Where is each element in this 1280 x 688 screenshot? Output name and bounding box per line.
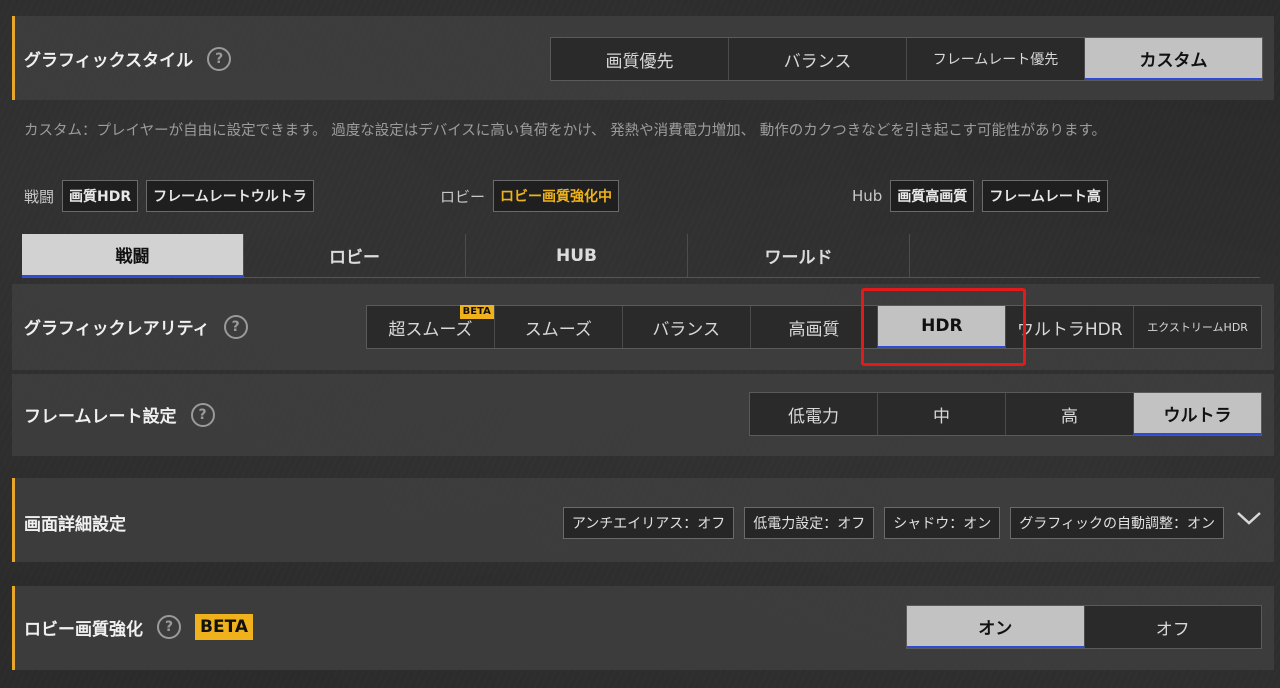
graphic-style-option-custom[interactable]: カスタム	[1085, 38, 1262, 80]
detail-chip: アンチエイリアス：オフ	[562, 507, 735, 539]
graphic-rarity-title: グラフィックレアリティ	[24, 319, 210, 339]
beta-tag: BETA	[459, 305, 494, 319]
custom-description: カスタム：プレイヤーが自由に設定できます。 過度な設定はデバイスに高い負荷をかけ…	[24, 123, 1107, 139]
lobby-enhance-option-on[interactable]: オン	[907, 606, 1085, 648]
summary-lobby-tag: ロビー画質強化中	[493, 180, 620, 212]
summary-hub-tag: フレームレート高	[982, 180, 1108, 212]
summary-hub-label: Hub	[852, 187, 883, 205]
graphic-style-panel: グラフィックスタイル ? 画質優先 バランス フレームレート優先 カスタム	[12, 16, 1274, 100]
frame-rate-panel: フレームレート設定 ? 低電力 中 高 ウルトラ	[12, 374, 1274, 456]
detail-chip: グラフィックの自動調整：オン	[1010, 507, 1224, 539]
summary-battle: 戦闘 画質HDR フレームレートウルトラ	[24, 180, 314, 212]
help-icon[interactable]: ?	[223, 314, 248, 339]
rarity-option-balance[interactable]: バランス	[623, 306, 751, 348]
detail-settings-title: 画面詳細設定	[24, 515, 126, 535]
lobby-enhance-title: ロビー画質強化	[24, 619, 143, 640]
frame-rate-option-high[interactable]: 高	[1006, 393, 1134, 435]
tab-world[interactable]: ワールド	[688, 234, 910, 277]
summary-battle-tag: フレームレートウルトラ	[146, 180, 314, 212]
summary-battle-label: 戦闘	[24, 187, 55, 206]
graphic-rarity-panel: グラフィックレアリティ ? 超スムーズ BETA スムーズ バランス 高画質 H…	[12, 284, 1274, 370]
frame-rate-option-ultra[interactable]: ウルトラ	[1134, 393, 1261, 435]
graphic-style-selector: 画質優先 バランス フレームレート優先 カスタム	[550, 37, 1263, 81]
frame-rate-title: フレームレート設定	[24, 407, 177, 427]
frame-rate-row: フレームレート設定 ?	[24, 402, 215, 427]
graphic-style-option-quality[interactable]: 画質優先	[551, 38, 729, 80]
detail-settings-panel[interactable]: 画面詳細設定 アンチエイリアス：オフ 低電力設定：オフ シャドウ：オン グラフィ…	[12, 478, 1274, 562]
frame-rate-selector: 低電力 中 高 ウルトラ	[749, 392, 1262, 436]
tab-lobby[interactable]: ロビー	[244, 234, 466, 277]
rarity-option-extreme-hdr[interactable]: エクストリームHDR	[1134, 306, 1261, 348]
mode-tabs: 戦闘 ロビー HUB ワールド	[22, 234, 1260, 278]
detail-chip: シャドウ：オン	[884, 507, 1001, 539]
graphic-style-option-balance[interactable]: バランス	[729, 38, 907, 80]
summary-battle-tag: 画質HDR	[62, 180, 139, 212]
summary-lobby: ロビー ロビー画質強化中	[440, 180, 620, 212]
rarity-option-super-smooth[interactable]: 超スムーズ BETA	[367, 305, 495, 348]
detail-chip: 低電力設定：オフ	[744, 507, 875, 539]
help-icon[interactable]: ?	[190, 402, 215, 427]
graphic-rarity-selector: 超スムーズ BETA スムーズ バランス 高画質 HDR ウルトラHDR エクス…	[366, 305, 1262, 349]
rarity-option-smooth[interactable]: スムーズ	[495, 306, 623, 348]
help-icon[interactable]: ?	[207, 46, 232, 71]
chevron-down-icon[interactable]	[1236, 508, 1262, 528]
summary-lobby-label: ロビー	[440, 187, 486, 206]
rarity-option-high-quality[interactable]: 高画質	[751, 306, 879, 348]
lobby-enhance-option-off[interactable]: オフ	[1085, 606, 1262, 648]
frame-rate-option-low-power[interactable]: 低電力	[750, 393, 878, 435]
summary-hub: Hub 画質高画質 フレームレート高	[852, 180, 1108, 212]
tab-battle[interactable]: 戦闘	[22, 234, 244, 277]
lobby-enhance-toggle: オン オフ	[906, 605, 1262, 649]
lobby-enhance-panel: ロビー画質強化 ? BETA オン オフ	[12, 586, 1274, 670]
graphic-rarity-row: グラフィックレアリティ ?	[24, 314, 248, 339]
frame-rate-option-medium[interactable]: 中	[878, 393, 1006, 435]
summary-hub-tag: 画質高画質	[890, 180, 975, 212]
lobby-enhance-row: ロビー画質強化 ? BETA	[24, 614, 254, 640]
detail-chips: アンチエイリアス：オフ 低電力設定：オフ シャドウ：オン グラフィックの自動調整…	[553, 507, 1224, 539]
help-icon[interactable]: ?	[157, 615, 181, 639]
detail-settings-row: 画面詳細設定	[24, 510, 126, 535]
beta-badge: BETA	[195, 614, 254, 640]
tab-hub[interactable]: HUB	[466, 234, 688, 277]
graphic-style-title: グラフィックスタイル	[24, 51, 194, 71]
graphic-style-row: グラフィックスタイル ?	[24, 46, 232, 71]
selection-highlight-box	[861, 288, 1026, 366]
graphic-style-option-framerate[interactable]: フレームレート優先	[907, 38, 1085, 80]
